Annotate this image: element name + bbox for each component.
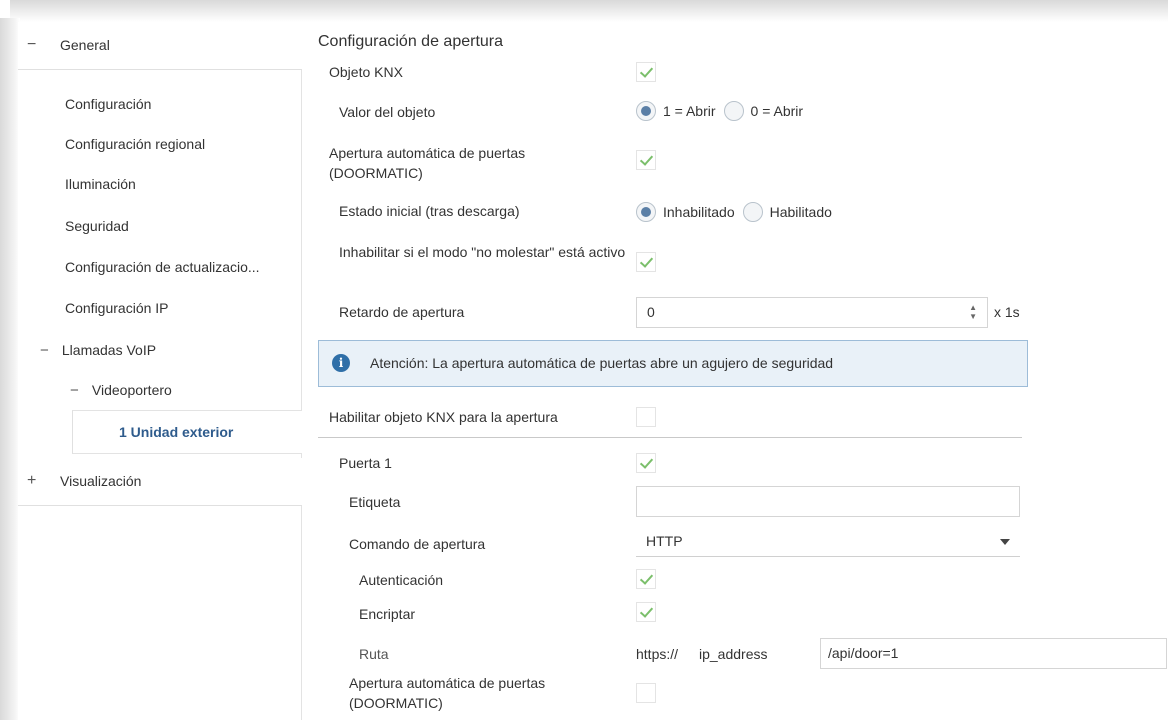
sidebar-item-actualizaciones[interactable]: Configuración de actualizacio... [65,257,260,277]
sidebar-item-iluminacion[interactable]: Iluminación [65,174,136,194]
no-molestar-label: Inhabilitar si el modo "no molestar" est… [339,244,626,260]
habilitar-knx-checkbox[interactable] [636,407,656,427]
ruta-host: ip_address [699,646,768,662]
section-title: Configuración de apertura [318,33,504,50]
estado-inicial-label: Estado inicial (tras descarga) [339,203,520,219]
doormatic2-label: Apertura automática de puertas (DOORMATI… [349,675,546,711]
collapse-icon[interactable]: − [27,36,36,54]
sidebar-item-videoportero[interactable]: − Videoportero [70,380,172,400]
sidebar-group-label: General [60,37,110,53]
app-window: − General Configuración Configuración re… [0,0,1168,720]
objeto-knx-label: Objeto KNX [329,64,403,80]
sidebar-item-label: Llamadas VoIP [61,342,157,358]
sidebar-item-llamadas-voip[interactable]: − Llamadas VoIP [40,340,156,360]
sidebar-item-configuracion[interactable]: Configuración [65,94,151,114]
info-banner: i Atención: La apertura automática de pu… [318,340,1028,387]
window-shadow-top [10,0,1168,22]
retardo-input[interactable]: 0 ▲ ▼ [636,297,988,328]
radio-habilitado[interactable] [742,202,763,222]
info-icon: i [332,354,350,372]
comando-value: HTTP [646,533,683,549]
sidebar-item-configuracion-regional[interactable]: Configuración regional [65,134,205,154]
sidebar-group-general[interactable]: − General [18,22,302,70]
sidebar-item-seguridad[interactable]: Seguridad [65,216,129,236]
etiqueta-label: Etiqueta [349,494,401,510]
no-molestar-checkbox[interactable] [636,252,656,272]
chevron-down-icon [1000,539,1010,545]
radio-1-abrir[interactable] [636,101,656,121]
encriptar-label: Encriptar [359,606,416,622]
doormatic2-checkbox[interactable] [636,683,656,703]
retardo-unit: x 1s [994,304,1020,320]
habilitar-knx-label: Habilitar objeto KNX para la apertura [329,409,558,425]
retardo-label: Retardo de apertura [339,304,465,320]
estado-inicial-radio-group: Inhabilitado Habilitado [636,202,840,222]
valor-objeto-radio-group: 1 = Abrir 0 = Abrir [636,101,811,121]
sidebar-item-label: Videoportero [91,382,172,398]
radio-label: 1 = Abrir [663,103,716,119]
radio-label: Habilitado [769,204,832,220]
autenticacion-checkbox[interactable] [636,569,656,589]
sidebar-item-unidad-exterior[interactable]: 1 Unidad exterior [72,410,302,454]
retardo-value: 0 [647,304,655,320]
encriptar-checkbox[interactable] [636,602,656,622]
window-shadow-left [0,18,20,720]
objeto-knx-checkbox[interactable] [636,62,656,82]
sidebar-group-visualizacion[interactable]: + Visualización [18,458,302,506]
ruta-prefix: https:// [636,646,679,662]
radio-label: 0 = Abrir [750,103,804,119]
sidebar-group-label: Visualización [60,473,142,489]
radio-label: Inhabilitado [663,204,735,220]
ruta-input[interactable]: /api/door=1 [820,638,1167,669]
comando-label: Comando de apertura [349,536,486,552]
expand-icon[interactable]: + [27,472,36,490]
sidebar: − General Configuración Configuración re… [18,22,302,720]
stepper-icon[interactable]: ▲ ▼ [969,303,977,321]
valor-objeto-label: Valor del objeto [339,104,436,120]
puerta1-checkbox[interactable] [636,453,656,473]
collapse-icon[interactable]: − [40,341,58,361]
info-text: Atención: La apertura automática de puer… [370,355,834,371]
etiqueta-input[interactable] [636,486,1020,517]
ruta-label: Ruta [359,646,389,662]
divider [318,437,1022,438]
comando-select[interactable]: HTTP [636,526,1020,557]
doormatic-checkbox[interactable] [636,150,656,170]
main-panel: Configuración de apertura Objeto KNX Val… [302,22,1168,720]
radio-0-abrir[interactable] [723,101,744,121]
radio-inhabilitado[interactable] [636,202,656,222]
collapse-icon[interactable]: − [70,381,88,401]
doormatic-label: Apertura automática de puertas (DOORMATI… [329,145,526,181]
puerta1-label: Puerta 1 [339,455,392,471]
autenticacion-label: Autenticación [359,572,444,588]
sidebar-item-configuracion-ip[interactable]: Configuración IP [65,298,169,318]
sidebar-item-label: 1 Unidad exterior [119,424,234,440]
